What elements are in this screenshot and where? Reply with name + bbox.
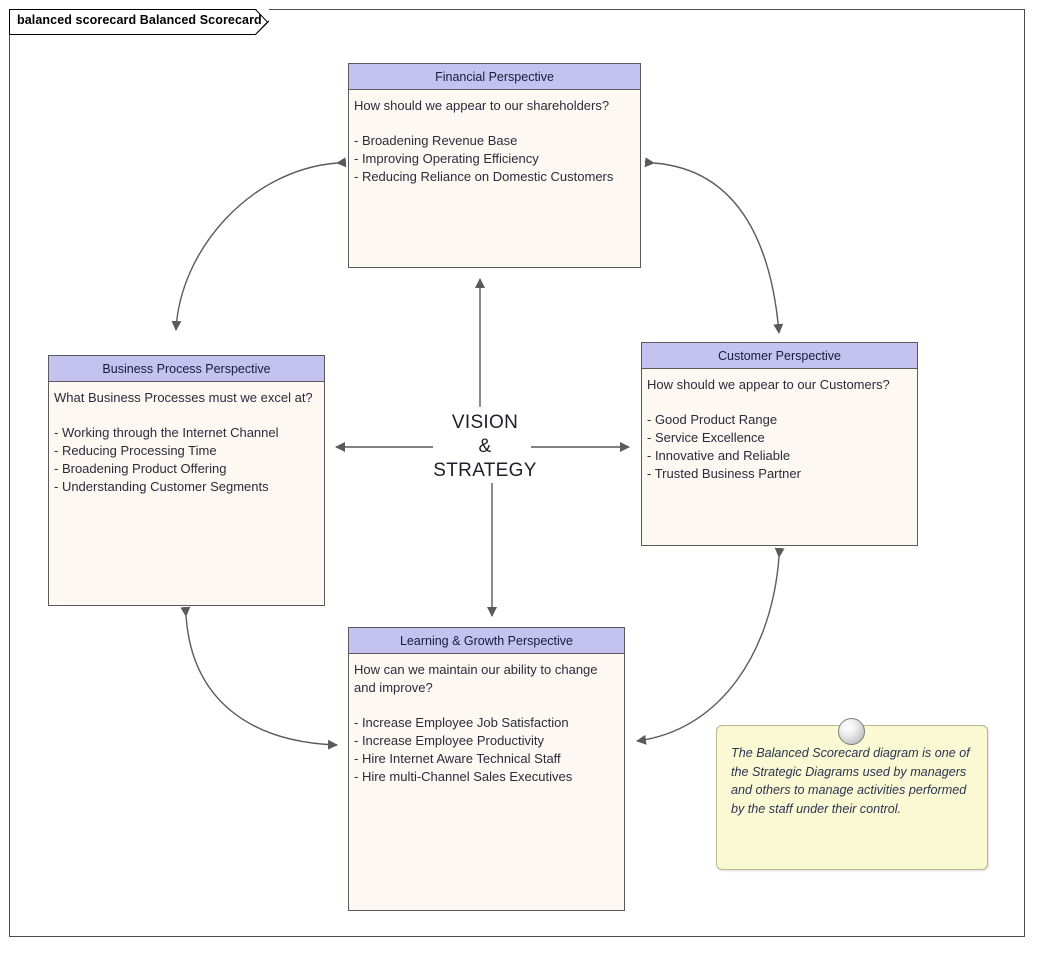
vision-line-2: &: [478, 436, 492, 457]
list-item: - Hire Internet Aware Technical Staff: [354, 751, 561, 766]
perspective-title-business-process: Business Process Perspective: [102, 361, 271, 376]
list-item: - Working through the Internet Channel: [54, 425, 279, 440]
list-item: - Reducing Processing Time: [54, 443, 217, 458]
vision-line-1: VISION: [451, 412, 519, 433]
perspective-body-customer: How should we appear to our Customers? -…: [642, 369, 917, 483]
perspective-box-learning-growth[interactable]: Learning & Growth Perspective How can we…: [348, 627, 625, 911]
vision-line-3: STRATEGY: [433, 460, 537, 481]
list-item: - Increase Employee Productivity: [354, 733, 545, 748]
perspective-body-business-process: What Business Processes must we excel at…: [49, 382, 324, 496]
perspective-objectives-business-process: - Working through the Internet Channel -…: [54, 424, 324, 496]
perspective-box-customer[interactable]: Customer Perspective How should we appea…: [641, 342, 918, 546]
diagram-canvas: balanced scorecard Balanced Scorecard Fi…: [0, 0, 1043, 954]
perspective-objectives-financial: - Broadening Revenue Base - Improving Op…: [354, 132, 640, 186]
list-item: - Good Product Range: [647, 412, 778, 427]
note-anchor-handle-icon[interactable]: [838, 718, 865, 745]
list-item: - Broadening Revenue Base: [354, 133, 518, 148]
perspective-title-learning-growth: Learning & Growth Perspective: [399, 633, 573, 648]
list-item: - Hire multi-Channel Sales Executives: [354, 769, 573, 784]
perspective-header-learning-growth: Learning & Growth Perspective: [349, 628, 624, 654]
list-item: - Understanding Customer Segments: [54, 479, 269, 494]
diagram-title-tab[interactable]: balanced scorecard Balanced Scorecard: [9, 9, 269, 35]
perspective-question-learning-growth: How can we maintain our ability to chang…: [354, 662, 598, 695]
perspective-header-financial: Financial Perspective: [349, 64, 640, 90]
perspective-box-business-process[interactable]: Business Process Perspective What Busine…: [48, 355, 325, 606]
perspective-objectives-learning-growth: - Increase Employee Job Satisfaction - I…: [354, 714, 624, 786]
list-item: - Trusted Business Partner: [647, 466, 801, 481]
diagram-note[interactable]: The Balanced Scorecard diagram is one of…: [716, 725, 988, 870]
list-item: - Improving Operating Efficiency: [354, 151, 539, 166]
perspective-question-financial: How should we appear to our shareholders…: [354, 98, 610, 113]
list-item: - Increase Employee Job Satisfaction: [354, 715, 569, 730]
perspective-title-customer: Customer Perspective: [718, 348, 841, 363]
perspective-question-customer: How should we appear to our Customers?: [647, 377, 890, 392]
list-item: - Broadening Product Offering: [54, 461, 227, 476]
perspective-title-financial: Financial Perspective: [435, 69, 554, 84]
perspective-body-learning-growth: How can we maintain our ability to chang…: [349, 654, 624, 786]
perspective-box-financial[interactable]: Financial Perspective How should we appe…: [348, 63, 641, 268]
perspective-objectives-customer: - Good Product Range - Service Excellenc…: [647, 411, 917, 483]
list-item: - Reducing Reliance on Domestic Customer…: [354, 169, 614, 184]
perspective-header-customer: Customer Perspective: [642, 343, 917, 369]
perspective-header-business-process: Business Process Perspective: [49, 356, 324, 382]
list-item: - Service Excellence: [647, 430, 765, 445]
list-item: - Innovative and Reliable: [647, 448, 791, 463]
vision-strategy-label: VISION & STRATEGY: [419, 411, 551, 483]
perspective-body-financial: How should we appear to our shareholders…: [349, 90, 640, 186]
diagram-title-label: balanced scorecard Balanced Scorecard: [17, 13, 262, 27]
perspective-question-business-process: What Business Processes must we excel at…: [54, 390, 313, 405]
